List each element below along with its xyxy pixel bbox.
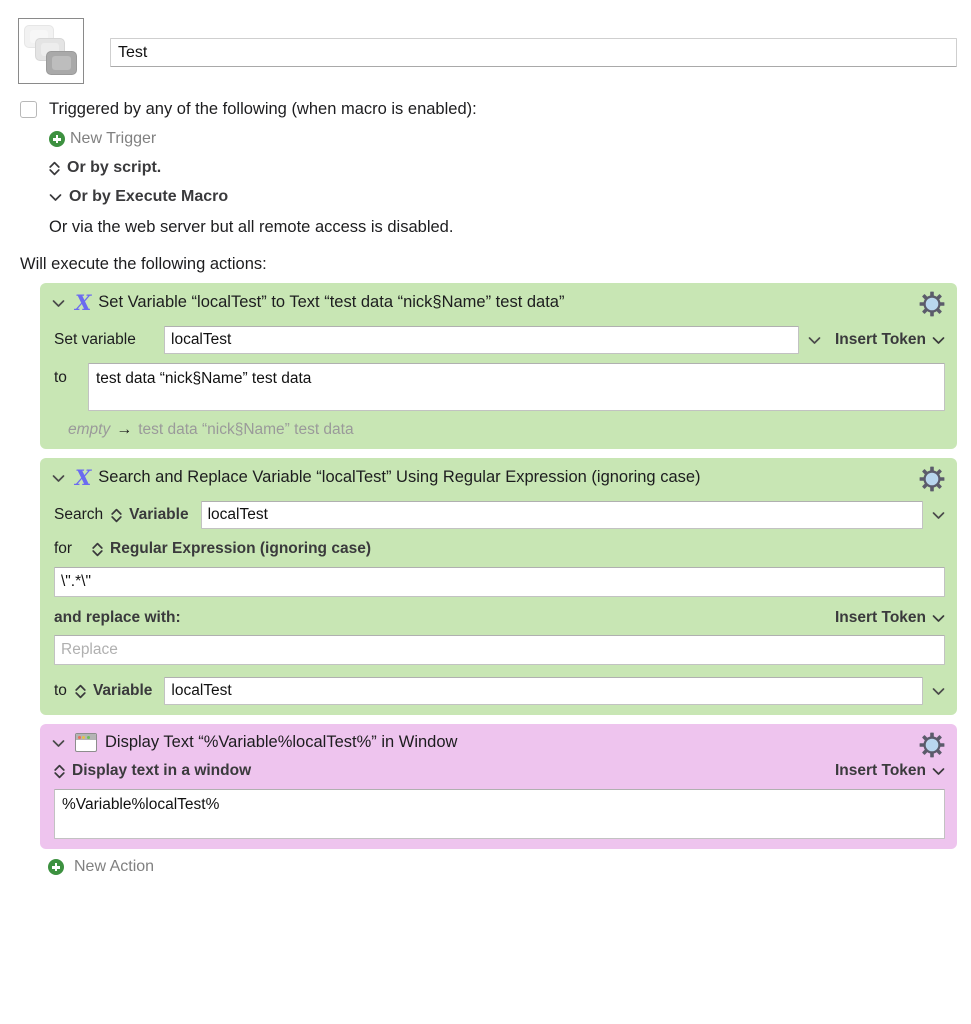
variable-x-icon: X bbox=[75, 290, 92, 315]
chevron-down-icon bbox=[49, 192, 62, 202]
gear-icon[interactable] bbox=[919, 732, 945, 758]
insert-token-button[interactable]: Insert Token bbox=[835, 609, 945, 627]
macro-icon-card-front bbox=[46, 51, 77, 75]
will-execute-label: Will execute the following actions: bbox=[20, 255, 267, 273]
result-from-value: empty bbox=[68, 421, 111, 438]
variable-x-icon: X bbox=[75, 465, 92, 490]
or-by-execute-macro-label: Or by Execute Macro bbox=[69, 188, 229, 205]
to-label: to bbox=[54, 682, 67, 699]
window-icon bbox=[75, 733, 97, 752]
trigger-checkbox-label: Triggered by any of the following (when … bbox=[49, 100, 477, 118]
variable-name-value: localTest bbox=[171, 331, 232, 348]
search-variable-input[interactable]: localTest bbox=[200, 501, 923, 529]
insert-token-label: Insert Token bbox=[834, 762, 926, 779]
up-down-chevron-icon[interactable] bbox=[111, 508, 122, 523]
disclosure-chevron-icon[interactable] bbox=[52, 738, 65, 748]
search-source-row: Search Variable localTest bbox=[54, 501, 945, 529]
macro-name-value: Test bbox=[118, 43, 148, 61]
macro-group-icon[interactable] bbox=[18, 18, 84, 84]
insert-token-button[interactable]: Insert Token bbox=[835, 762, 945, 780]
match-mode-popup[interactable]: Regular Expression (ignoring case) bbox=[110, 540, 371, 558]
search-pattern-value: \".*\" bbox=[61, 573, 91, 590]
destination-row: to Variable localTest bbox=[54, 677, 945, 705]
action-title: Display Text “%Variable%localTest%” in W… bbox=[105, 733, 458, 751]
macro-name-input[interactable]: Test bbox=[110, 38, 957, 67]
search-label: Search bbox=[54, 506, 104, 523]
window-icon-zoom-dot bbox=[86, 735, 90, 739]
up-down-chevron-icon bbox=[49, 161, 60, 176]
search-pattern-input[interactable]: \".*\" bbox=[54, 567, 945, 597]
new-action-button[interactable]: New Action bbox=[48, 858, 971, 876]
replace-with-row: and replace with: Insert Token bbox=[54, 609, 945, 627]
match-mode-row: for Regular Expression (ignoring case) bbox=[54, 540, 945, 558]
destination-kind-popup[interactable]: Variable bbox=[93, 682, 152, 700]
insert-token-label: Insert Token bbox=[834, 609, 926, 626]
pattern-row: \".*\" bbox=[54, 567, 945, 597]
replace-value-row: Replace bbox=[54, 635, 945, 665]
result-arrow-icon: → bbox=[116, 421, 133, 438]
action-header[interactable]: X Search and Replace Variable “localTest… bbox=[40, 458, 957, 494]
action-body: Display text in a window Insert Token %V… bbox=[40, 762, 957, 839]
gear-icon[interactable] bbox=[919, 466, 945, 492]
window-icon-minimize-dot bbox=[82, 735, 85, 739]
action-body: Set variable localTest Insert Token to t… bbox=[40, 326, 957, 439]
action-set-variable[interactable]: X Set Variable “localTest” to Text “test… bbox=[40, 283, 957, 449]
display-text-row: %Variable%localTest% bbox=[54, 789, 945, 839]
web-server-note: Or via the web server but all remote acc… bbox=[49, 218, 454, 236]
replace-with-label: and replace with: bbox=[54, 609, 181, 626]
variable-text-value: test data “nick§Name” test data bbox=[96, 370, 312, 387]
action-body: Search Variable localTest for Regular Ex… bbox=[40, 501, 957, 705]
new-trigger-button[interactable]: New Trigger bbox=[49, 130, 971, 148]
up-down-chevron-icon[interactable] bbox=[75, 684, 86, 699]
new-action-label: New Action bbox=[74, 858, 155, 875]
insert-token-button[interactable]: Insert Token bbox=[835, 331, 945, 349]
for-label: for bbox=[54, 540, 73, 557]
trigger-section: Triggered by any of the following (when … bbox=[0, 84, 971, 237]
actions-list: X Set Variable “localTest” to Text “test… bbox=[0, 283, 971, 849]
destination-popup-chevron-icon[interactable] bbox=[932, 686, 945, 696]
action-display-text[interactable]: Display Text “%Variable%localTest%” in W… bbox=[40, 724, 957, 849]
search-variable-popup-chevron-icon[interactable] bbox=[932, 510, 945, 520]
action-title: Set Variable “localTest” to Text “test d… bbox=[98, 293, 565, 311]
to-label: to bbox=[54, 369, 67, 386]
search-variable-value: localTest bbox=[207, 506, 268, 523]
replace-placeholder: Replace bbox=[61, 641, 118, 658]
display-mode-row: Display text in a window Insert Token bbox=[54, 762, 945, 780]
search-source-popup[interactable]: Variable bbox=[129, 506, 188, 524]
disclosure-chevron-icon[interactable] bbox=[52, 298, 65, 308]
set-variable-label: Set variable bbox=[54, 331, 136, 348]
new-trigger-label: New Trigger bbox=[70, 130, 157, 147]
plus-circle-icon bbox=[49, 131, 65, 147]
action-header[interactable]: Display Text “%Variable%localTest%” in W… bbox=[40, 724, 957, 758]
destination-variable-input[interactable]: localTest bbox=[164, 677, 923, 705]
up-down-chevron-icon[interactable] bbox=[54, 764, 65, 779]
set-variable-to-row: to test data “nick§Name” test data bbox=[54, 363, 945, 411]
window-icon-content-lines bbox=[76, 738, 80, 751]
up-down-chevron-icon[interactable] bbox=[92, 542, 103, 557]
variable-name-input[interactable]: localTest bbox=[164, 326, 799, 354]
action-result-preview: empty → test data “nick§Name” test data bbox=[68, 421, 945, 439]
gear-icon[interactable] bbox=[919, 291, 945, 317]
destination-variable-value: localTest bbox=[171, 682, 232, 699]
trigger-checkbox[interactable] bbox=[20, 101, 37, 118]
set-variable-row: Set variable localTest Insert Token bbox=[54, 326, 945, 354]
disclosure-chevron-icon[interactable] bbox=[52, 473, 65, 483]
action-title: Search and Replace Variable “localTest” … bbox=[98, 468, 701, 486]
result-to-value: test data “nick§Name” test data bbox=[138, 421, 354, 438]
display-text-input[interactable]: %Variable%localTest% bbox=[54, 789, 945, 839]
variable-popup-chevron-icon[interactable] bbox=[808, 335, 821, 345]
trigger-enabled-row: Triggered by any of the following (when … bbox=[20, 100, 971, 119]
variable-text-input[interactable]: test data “nick§Name” test data bbox=[88, 363, 945, 411]
action-search-and-replace[interactable]: X Search and Replace Variable “localTest… bbox=[40, 458, 957, 715]
or-by-script-row[interactable]: Or by script. bbox=[49, 159, 971, 177]
or-by-execute-macro-row[interactable]: Or by Execute Macro bbox=[49, 188, 971, 206]
display-text-value: %Variable%localTest% bbox=[62, 796, 220, 813]
plus-circle-icon bbox=[48, 859, 64, 875]
replace-input[interactable]: Replace bbox=[54, 635, 945, 665]
display-mode-popup[interactable]: Display text in a window bbox=[72, 762, 835, 780]
insert-token-label: Insert Token bbox=[834, 331, 926, 348]
or-by-script-label: Or by script. bbox=[67, 159, 162, 176]
macro-header: Test bbox=[0, 0, 971, 84]
action-header[interactable]: X Set Variable “localTest” to Text “test… bbox=[40, 283, 957, 319]
